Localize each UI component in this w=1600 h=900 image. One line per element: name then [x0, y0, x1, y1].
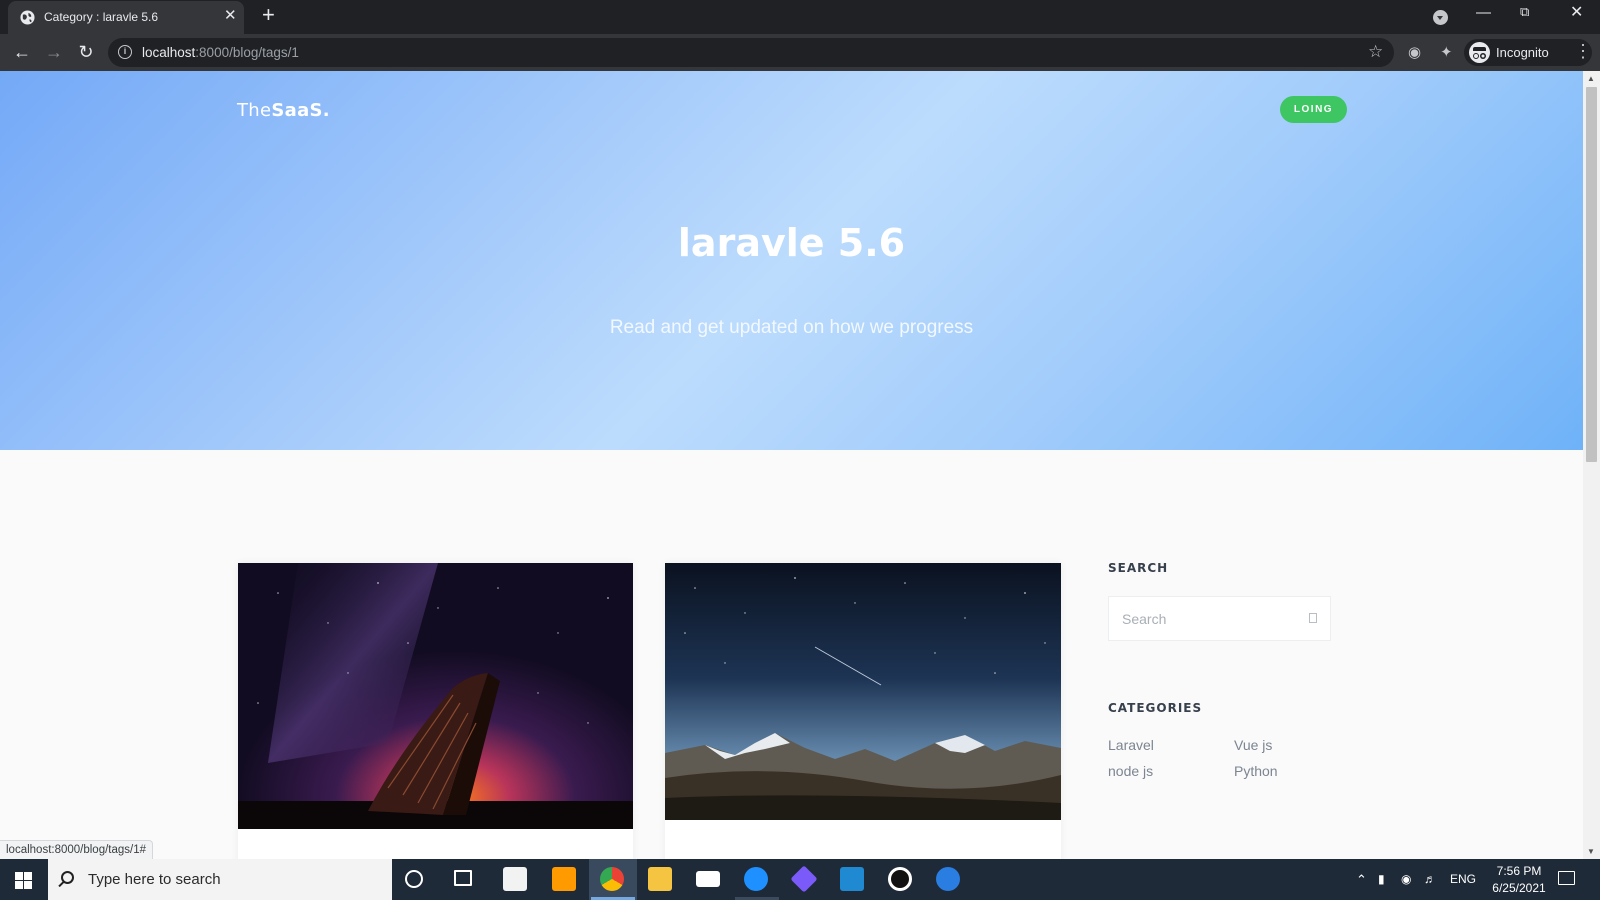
tab-search-icon[interactable]: [1433, 10, 1448, 25]
screen-recorder-icon[interactable]: [888, 867, 912, 891]
post-card-body: [665, 820, 1061, 859]
page-subtitle: Read and get updated on how we progress: [609, 317, 974, 338]
blog-sidebar: SEARCH CATEGORIES Laravel Vue js node js…: [1108, 561, 1338, 779]
task-view-icon[interactable]: [454, 870, 472, 886]
address-bar[interactable]: i localhost:8000/blog/tags/1 ☆: [108, 38, 1394, 67]
windows-start-icon[interactable]: [15, 872, 32, 889]
post-card[interactable]: [665, 563, 1061, 859]
clock-time: 7:56 PM: [1496, 864, 1542, 878]
link-status-tooltip: localhost:8000/blog/tags/1#: [0, 840, 154, 860]
bookmark-star-icon[interactable]: ☆: [1368, 42, 1383, 62]
incognito-label: Incognito: [1496, 45, 1549, 60]
page-scrollbar[interactable]: ▲ ▼: [1583, 71, 1600, 859]
tray-chevron-up-icon[interactable]: ⌃: [1356, 872, 1367, 888]
taskbar-search-placeholder: Type here to search: [88, 871, 221, 888]
browser-toolbar: ← → ↻ i localhost:8000/blog/tags/1 ☆ ◉ ✦…: [0, 34, 1600, 71]
scrollbar-thumb[interactable]: [1586, 87, 1597, 462]
login-button[interactable]: LOING: [1280, 96, 1347, 123]
search-magnifier-icon: [61, 871, 74, 884]
incognito-icon: [1469, 42, 1490, 63]
vscode-icon[interactable]: [840, 867, 864, 891]
site-logo[interactable]: TheSaaS.: [237, 100, 330, 121]
search-input[interactable]: [1109, 597, 1299, 640]
category-link-python[interactable]: Python: [1234, 763, 1278, 779]
browser-tab[interactable]: Category : laravle 5.6 ✕: [8, 1, 244, 34]
back-arrow-icon[interactable]: ←: [12, 42, 32, 62]
git-client-icon[interactable]: [790, 865, 818, 893]
extensions-puzzle-icon[interactable]: ✦: [1440, 43, 1453, 61]
microsoft-store-icon[interactable]: [503, 867, 527, 891]
post-card-body: [238, 829, 633, 859]
language-indicator[interactable]: ENG: [1450, 872, 1476, 886]
system-clock[interactable]: 7:56 PM 6/25/2021: [1483, 863, 1555, 897]
cortana-icon[interactable]: [405, 870, 423, 888]
page-viewport: TheSaaS. LOING laravle 5.6 Read and get …: [0, 71, 1583, 859]
globe-icon: [20, 10, 35, 25]
reload-icon[interactable]: ↻: [76, 42, 96, 62]
categories-heading: CATEGORIES: [1108, 701, 1203, 715]
window-close-icon[interactable]: ✕: [1570, 5, 1583, 21]
taskbar-search-box[interactable]: Type here to search: [48, 859, 392, 900]
scroll-down-arrow-icon[interactable]: ▼: [1587, 847, 1595, 856]
tab-close-icon[interactable]: ✕: [224, 8, 237, 23]
scroll-up-arrow-icon[interactable]: ▲: [1587, 74, 1595, 83]
volume-icon[interactable]: ♬: [1424, 872, 1436, 886]
battery-icon[interactable]: ▮: [1378, 872, 1385, 886]
restore-icon[interactable]: ⧉: [1520, 5, 1529, 18]
category-link-node-js[interactable]: node js: [1108, 763, 1153, 779]
media-app-icon[interactable]: [936, 867, 960, 891]
category-link-vue-js[interactable]: Vue js: [1234, 737, 1272, 753]
incognito-profile-button[interactable]: Incognito: [1464, 39, 1592, 66]
notification-center-icon[interactable]: [1558, 871, 1575, 885]
browser-tab-strip: Category : laravle 5.6 ✕ + — ⧉ ✕: [0, 0, 1600, 34]
post-card[interactable]: [238, 563, 633, 859]
search-heading: SEARCH: [1108, 561, 1169, 575]
edge-browser-icon[interactable]: [744, 867, 768, 891]
sidebar-search-box: [1108, 596, 1331, 641]
search-icon[interactable]: [1309, 613, 1317, 623]
category-link-laravel[interactable]: Laravel: [1108, 737, 1154, 753]
windows-taskbar: Type here to search ⌃ ▮ ◉ ♬ ENG 7:56 PM …: [0, 859, 1600, 900]
browser-menu-icon[interactable]: ⋮: [1574, 42, 1592, 60]
mail-icon[interactable]: [696, 871, 720, 887]
chrome-icon[interactable]: [600, 867, 624, 891]
page-title: laravle 5.6: [677, 221, 906, 265]
sublime-text-icon[interactable]: [552, 867, 576, 891]
camera-icon[interactable]: ◉: [1408, 43, 1421, 61]
network-globe-icon[interactable]: ◉: [1401, 872, 1411, 886]
site-info-icon[interactable]: i: [118, 45, 132, 59]
post-image-mountains[interactable]: [665, 563, 1061, 820]
clock-date: 6/25/2021: [1492, 881, 1546, 895]
file-explorer-icon[interactable]: [648, 867, 672, 891]
forward-arrow-icon[interactable]: →: [44, 42, 64, 62]
tab-title: Category : laravle 5.6: [44, 10, 159, 24]
new-tab-button[interactable]: +: [262, 4, 275, 26]
post-image-boat[interactable]: [238, 563, 633, 829]
hero-header: TheSaaS. LOING laravle 5.6 Read and get …: [0, 71, 1583, 450]
minimize-icon[interactable]: —: [1476, 5, 1491, 20]
url-text[interactable]: localhost:8000/blog/tags/1: [142, 45, 299, 60]
